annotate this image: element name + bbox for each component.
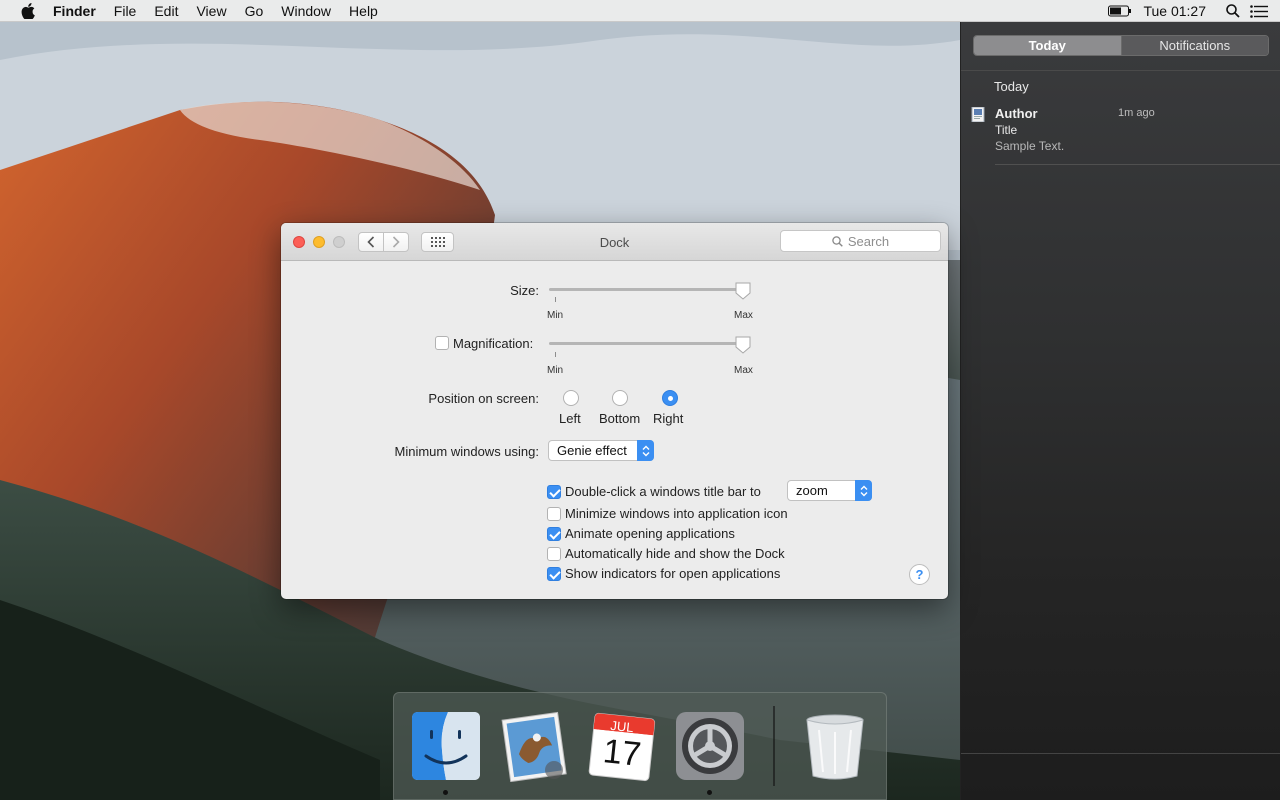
search-placeholder: Search (847, 233, 890, 249)
dock-item-mail[interactable] (498, 710, 570, 783)
notification-text: Sample Text. (995, 139, 1065, 153)
autohide-dock-checkbox[interactable] (547, 547, 561, 561)
help-button[interactable]: ? (909, 564, 930, 585)
menu-edit[interactable]: Edit (145, 0, 187, 22)
menu-view[interactable]: View (187, 0, 235, 22)
magnification-slider-thumb[interactable] (735, 336, 751, 354)
notification-item[interactable]: Author 1m ago Title Sample Text. (971, 104, 1280, 166)
autohide-dock-label[interactable]: Automatically hide and show the Dock (565, 546, 785, 561)
show-indicators-label[interactable]: Show indicators for open applications (565, 566, 780, 581)
animate-opening-label[interactable]: Animate opening applications (565, 526, 735, 541)
magnification-max-label: Max (734, 365, 753, 376)
notification-center-tabs: Today Notifications (973, 35, 1269, 56)
today-heading: Today (994, 79, 1029, 94)
dock-item-trash[interactable] (799, 710, 871, 782)
animate-opening-checkbox[interactable] (547, 527, 561, 541)
double-click-action-popup[interactable]: zoom (787, 480, 872, 501)
magnification-label: Magnification: (453, 336, 534, 351)
minimize-effect-label: Minimum windows using: (394, 444, 540, 459)
preview-app-icon (971, 106, 986, 123)
minimize-into-icon-checkbox[interactable] (547, 507, 561, 521)
running-indicator (443, 790, 448, 795)
menu-help[interactable]: Help (340, 0, 387, 22)
dock-preferences-window: Dock Search Size: Min Max Magnification:… (281, 223, 948, 599)
calendar-day: 17 (601, 732, 643, 774)
dock-item-finder[interactable] (410, 710, 482, 782)
notification-time: 1m ago (1118, 107, 1155, 119)
trash-icon (806, 714, 864, 780)
position-left-radio[interactable] (563, 390, 579, 406)
dock-separator (773, 706, 775, 786)
gear-icon (676, 712, 744, 780)
dock-item-system-preferences[interactable] (674, 710, 746, 782)
divider (961, 70, 1280, 71)
menu-bar: Finder File Edit View Go Window Help Tue… (0, 0, 1280, 22)
notification-author: Author (995, 106, 1038, 121)
search-icon (832, 235, 843, 247)
tab-notifications[interactable]: Notifications (1120, 36, 1268, 55)
search-input[interactable]: Search (780, 230, 941, 252)
size-label: Size: (510, 283, 539, 298)
position-label: Position on screen: (428, 391, 539, 406)
notification-title: Title (995, 123, 1018, 137)
divider (995, 164, 1280, 165)
menubar-clock[interactable]: Tue 01:27 (1143, 3, 1206, 19)
size-min-label: Min (547, 310, 564, 321)
magnification-slider[interactable] (549, 342, 750, 345)
chevron-updown-icon (637, 440, 654, 461)
notification-center-icon[interactable] (1246, 0, 1272, 22)
position-left-label[interactable]: Left (559, 411, 581, 426)
apple-icon[interactable] (18, 0, 38, 22)
minimize-into-icon-label[interactable]: Minimize windows into application icon (565, 506, 788, 521)
menu-window[interactable]: Window (272, 0, 340, 22)
dock-item-calendar[interactable]: JUL 17 (586, 710, 658, 782)
double-click-label[interactable]: Double-click a windows title bar to (565, 484, 761, 499)
menu-go[interactable]: Go (236, 0, 273, 22)
tab-today[interactable]: Today (974, 36, 1121, 55)
chevron-updown-icon (855, 480, 872, 501)
position-bottom-label[interactable]: Bottom (599, 411, 640, 426)
mail-icon (501, 711, 567, 783)
double-click-checkbox[interactable] (547, 485, 561, 499)
magnification-min-label: Min (547, 365, 564, 376)
show-indicators-checkbox[interactable] (547, 567, 561, 581)
battery-icon[interactable] (1107, 0, 1133, 22)
double-click-action-value: zoom (796, 483, 828, 498)
position-right-radio[interactable] (662, 390, 678, 406)
spotlight-icon[interactable] (1220, 0, 1246, 22)
size-slider[interactable] (549, 288, 750, 291)
menu-file[interactable]: File (105, 0, 146, 22)
minimize-effect-popup[interactable]: Genie effect (548, 440, 654, 461)
finder-icon (412, 712, 480, 780)
slider-tick (555, 352, 556, 357)
minimize-effect-value: Genie effect (557, 443, 627, 458)
notification-center: Today Notifications Today Author 1m ago … (960, 22, 1280, 800)
window-titlebar[interactable]: Dock Search (281, 223, 948, 261)
magnification-checkbox[interactable] (435, 336, 449, 350)
dock: JUL 17 (393, 692, 887, 800)
running-indicator (707, 790, 712, 795)
position-bottom-radio[interactable] (612, 390, 628, 406)
position-right-label[interactable]: Right (653, 411, 683, 426)
divider (961, 753, 1280, 754)
size-max-label: Max (734, 310, 753, 321)
size-slider-thumb[interactable] (735, 282, 751, 300)
slider-tick (555, 297, 556, 302)
menu-app-name[interactable]: Finder (44, 0, 105, 22)
